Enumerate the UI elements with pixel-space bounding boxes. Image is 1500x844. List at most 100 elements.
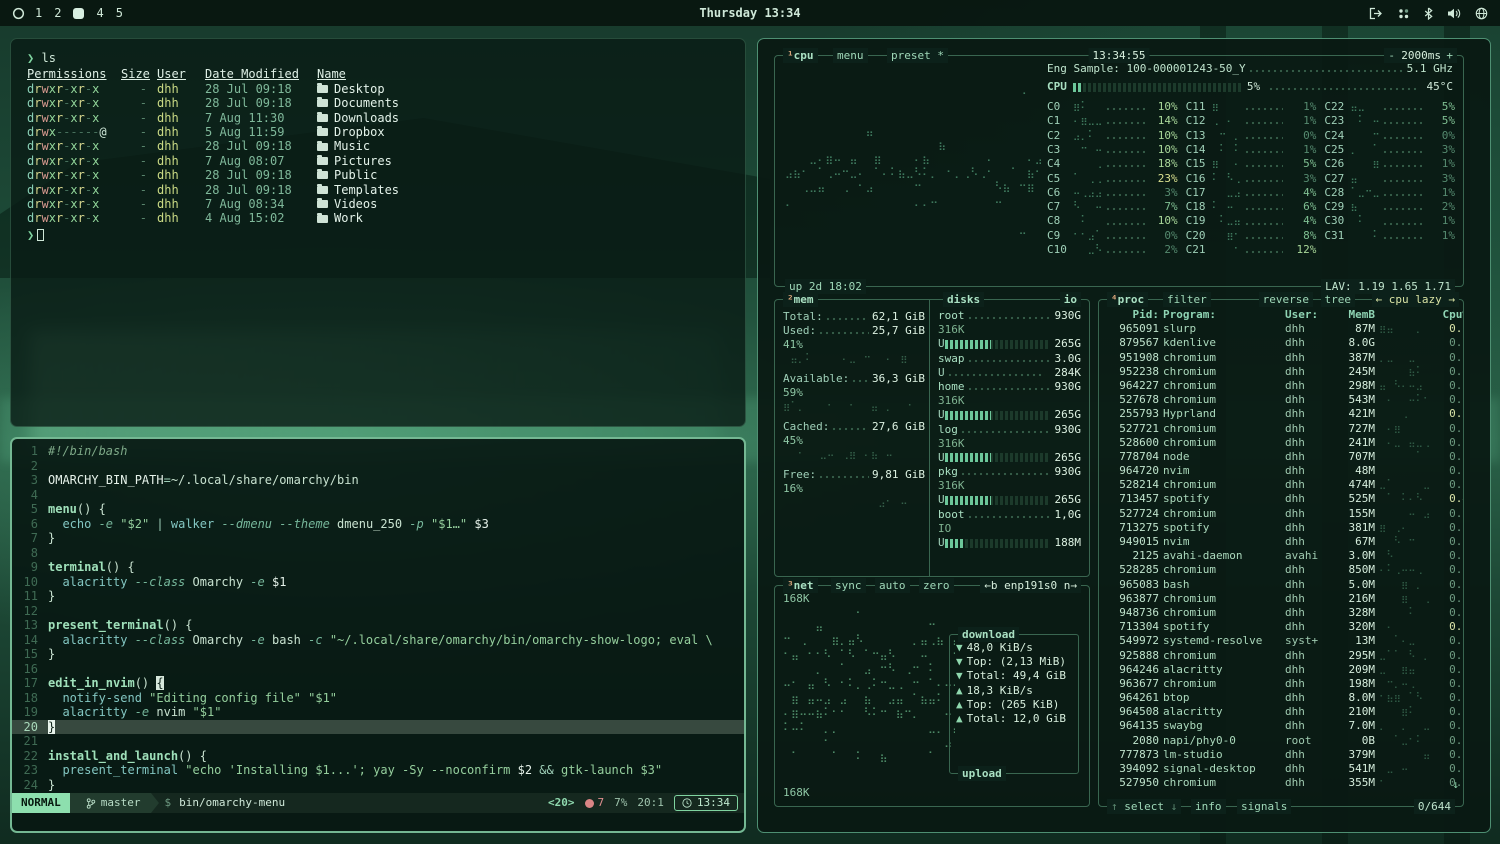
process-row[interactable]: 2125avahi-daemonavahi3.0M⠀⠣⠀⠀⠀⠀⠀⠀0.0 xyxy=(1099,549,1463,563)
process-row[interactable]: 952238chromiumdhh245M⠀⠀⠀⠀⣦⠅⠀⠀0.0 xyxy=(1099,365,1463,379)
editor-line[interactable]: 3OMARCHY_BIN_PATH=~/.local/share/omarchy… xyxy=(12,473,744,488)
process-row[interactable]: 527721chromiumdhh727M⠀⠄⣶⠀⠀⠀⠀⠅0.0 xyxy=(1099,422,1463,436)
workspace-4[interactable]: 4 xyxy=(96,6,103,20)
editor-line[interactable]: 20} xyxy=(12,720,744,735)
globe-icon[interactable] xyxy=(1475,7,1488,20)
process-row[interactable]: 964508alacrittydhh210M⠀⠀⠀⣶⠅⠀⠀⠄0.0 xyxy=(1099,705,1463,719)
process-row[interactable]: 713304spotifydhh320M⠀⠄⠀⠀⠀⠀⠀⠀0.2 xyxy=(1099,620,1463,634)
workspace-2[interactable]: 2 xyxy=(54,6,61,20)
menu-button[interactable]: menu xyxy=(833,48,868,63)
zero-button[interactable]: zero xyxy=(919,578,954,593)
process-row[interactable]: 879567kdenlivedhh8.0G⠀⠀⠀⠀⠀⠀⠀⠅0.0 xyxy=(1099,336,1463,350)
editor-line[interactable]: 5menu() { xyxy=(12,502,744,517)
process-row[interactable]: 948736chromiumdhh328M⠀⠀⠀⠀⠅⠀⠀⠀0.0 xyxy=(1099,606,1463,620)
process-row[interactable]: 394092signal-desktopdhh541M⠀⣀⠀⠤⠀⠀⠀⠀0.0 xyxy=(1099,762,1463,776)
process-row[interactable]: 777873lm-studiodhh379M⠀⠀⠀⠀⠀⠀⣤⠁0.0 xyxy=(1099,748,1463,762)
name-cell[interactable]: Documents xyxy=(317,96,729,110)
col-program[interactable]: Program: xyxy=(1163,308,1281,322)
process-row[interactable]: 528285chromiumdhh850M⠄⠅⢀⠤⠤⢀⠀⠁0.0 xyxy=(1099,563,1463,577)
process-row[interactable]: 963677chromiumdhh198M⠀⠒⡀⠤⢀⠀⠀⣀0.0 xyxy=(1099,677,1463,691)
editor-line[interactable]: 23 present_terminal "echo 'Installing $1… xyxy=(12,763,744,778)
editor-line[interactable]: 24} xyxy=(12,778,744,793)
editor-line[interactable]: 14 alacritty --class Omarchy -e bash -c … xyxy=(12,633,744,648)
auto-button[interactable]: auto xyxy=(875,578,910,593)
process-row[interactable]: 528214chromiumdhh474M⣀⠁⠀⠀⠀⠀⣀⠁0.0 xyxy=(1099,478,1463,492)
process-row[interactable]: 527724chromiumdhh155M⠀⠀⠀⠀⠤⠀⣠⣤0.0 xyxy=(1099,507,1463,521)
editor-line[interactable]: 10 alacritty --class Omarchy -e $1 xyxy=(12,575,744,590)
name-cell[interactable]: Public xyxy=(317,168,729,182)
editor-line[interactable]: 21 xyxy=(12,734,744,749)
name-cell[interactable]: Music xyxy=(317,139,729,153)
vpn-icon[interactable] xyxy=(1397,7,1410,20)
editor-line[interactable]: 12 xyxy=(12,604,744,619)
volume-icon[interactable] xyxy=(1447,7,1461,20)
col-memb[interactable]: MemB xyxy=(1331,308,1375,322)
scroll-down-arrow[interactable]: ↓ xyxy=(1452,778,1459,792)
editor-line[interactable]: 2 xyxy=(12,459,744,474)
tree-button[interactable]: tree xyxy=(1321,292,1356,307)
process-row[interactable]: 964227chromiumdhh298M⣤⠀⠣⠄⠤⣠⠀⢀0.0 xyxy=(1099,379,1463,393)
omarchy-logo-icon[interactable] xyxy=(12,7,25,20)
editor-line[interactable]: 4 xyxy=(12,488,744,503)
cpu-box-title[interactable]: ¹cpu xyxy=(783,48,818,63)
process-row[interactable]: 964261btopdhh8.0M⠂⣦⣶⠀⠁⠣⠀⡀0.0 xyxy=(1099,691,1463,705)
editor-line[interactable]: 18 notify-send "Editing config file" "$1… xyxy=(12,691,744,706)
process-row[interactable]: 925888chromiumdhh295M⣀⠁⠁⠀⠣⠀⡀⠀0.0 xyxy=(1099,649,1463,663)
col-pid[interactable]: Pid: xyxy=(1105,308,1159,322)
workspace-5[interactable]: 5 xyxy=(116,6,123,20)
interval-plus-button[interactable]: + xyxy=(1442,48,1457,63)
process-row[interactable]: 965091slurpdhh87M⣶⣤⠀⠀⠀⡀⠀⣠0.3 xyxy=(1099,322,1463,336)
process-row[interactable]: 527950chromiumdhh355M⠂⠀⠀⠀⠀⠀⠀⠀0.0 xyxy=(1099,776,1463,790)
name-cell[interactable]: Downloads xyxy=(317,111,729,125)
reverse-button[interactable]: reverse xyxy=(1259,292,1313,307)
editor-line[interactable]: 7} xyxy=(12,531,744,546)
editor-line[interactable]: 6 echo -e "$2" | walker --dmenu --theme … xyxy=(12,517,744,532)
editor-line[interactable]: 15} xyxy=(12,647,744,662)
proc-box-title[interactable]: ⁴proc xyxy=(1107,292,1148,307)
editor-line[interactable]: 13present_terminal() { xyxy=(12,618,744,633)
process-row[interactable]: 527678chromiumdhh543M⠀⠄⠀⠀⠤⠅⠂⠀0.0 xyxy=(1099,393,1463,407)
name-cell[interactable]: Work xyxy=(317,211,729,225)
process-row[interactable]: 964246alacrittydhh209M⣀⠀⠀⣶⣤⠀⠀⠀0.0 xyxy=(1099,663,1463,677)
process-row[interactable]: 713275spotifydhh381M⣶⠀⢀⠄⠀⠀⠀⠀0.0 xyxy=(1099,521,1463,535)
editor-window[interactable]: 1#!/bin/bash23OMARCHY_BIN_PATH=~/.local/… xyxy=(10,437,746,833)
mem-box-title[interactable]: ²mem xyxy=(783,292,818,307)
editor-line[interactable]: 1#!/bin/bash xyxy=(12,444,744,459)
sync-button[interactable]: sync xyxy=(831,578,866,593)
name-cell[interactable]: Pictures xyxy=(317,154,729,168)
signals-hint[interactable]: signals xyxy=(1237,799,1291,814)
terminal-ls-window[interactable]: ❯ ls PermissionsSizeUserDate ModifiedNam… xyxy=(10,38,746,427)
process-row[interactable]: 963877chromiumdhh216M⠀⠀⠀⣶⠀⠀⢀⠀0.0 xyxy=(1099,592,1463,606)
net-box-title[interactable]: ³net xyxy=(783,578,818,593)
process-row[interactable]: 778704nodedhh707M⠀⠀⠀⠀⠀⠁⠀⠤0.0 xyxy=(1099,450,1463,464)
editor-line[interactable]: 17edit_in_nvim() { xyxy=(12,676,744,691)
process-row[interactable]: 964135swaybgdhh7.0M⡀⠀⠀⡀⠀⠀⣀⠀0.0 xyxy=(1099,719,1463,733)
editor-line[interactable]: 16 xyxy=(12,662,744,677)
sort-selector[interactable]: ← cpu lazy → xyxy=(1372,292,1459,307)
process-row[interactable]: 713457spotifydhh525M⠀⠁⠀⠅⠄⠣⠀⠀0.4 xyxy=(1099,492,1463,506)
editor-line[interactable]: 9terminal() { xyxy=(12,560,744,575)
net-interface[interactable]: ←b enp191s0 n→ xyxy=(980,578,1081,593)
logout-icon[interactable] xyxy=(1369,7,1383,20)
process-row[interactable]: 2080napi/phy0-0root0B⠀⠀⠁⣀⠂⠅⠀⠀0.0 xyxy=(1099,734,1463,748)
col-user[interactable]: User: xyxy=(1285,308,1327,322)
select-hint[interactable]: ↑ select ↓ xyxy=(1107,799,1181,814)
bluetooth-icon[interactable] xyxy=(1424,7,1433,20)
workspace-1[interactable]: 1 xyxy=(35,6,42,20)
editor-line[interactable]: 11} xyxy=(12,589,744,604)
process-row[interactable]: 951908chromiumdhh387M⡀⣀⠀⠀⣀⠀⠀⠀0.0 xyxy=(1099,351,1463,365)
workspace-active[interactable] xyxy=(73,8,84,19)
name-cell[interactable]: Desktop xyxy=(317,82,729,96)
process-row[interactable]: 964720nvimdhh48M⠀⠀⠀⠀⠀⠀⠀⠄0.0 xyxy=(1099,464,1463,478)
name-cell[interactable]: Videos xyxy=(317,197,729,211)
preset-button[interactable]: preset * xyxy=(887,48,948,63)
name-cell[interactable]: Templates xyxy=(317,183,729,197)
filter-button[interactable]: filter xyxy=(1163,292,1211,307)
info-hint[interactable]: info xyxy=(1191,799,1226,814)
process-row[interactable]: 528600chromiumdhh241M⠀⠄⣀⠀⣤⣀⢀⢀0.0 xyxy=(1099,436,1463,450)
editor-line[interactable]: 22install_and_launch() { xyxy=(12,749,744,764)
process-row[interactable]: 949015nvimdhh67M⠀⠀⠣⠀⠒⠀⠀⣠0.0 xyxy=(1099,535,1463,549)
process-row[interactable]: 965083bashdhh5.0M⠀⠀⠀⣶⠀⡀⠀⠀0.0 xyxy=(1099,578,1463,592)
editor-line[interactable]: 8 xyxy=(12,546,744,561)
editor-line[interactable]: 19 alacritty -e nvim "$1" xyxy=(12,705,744,720)
